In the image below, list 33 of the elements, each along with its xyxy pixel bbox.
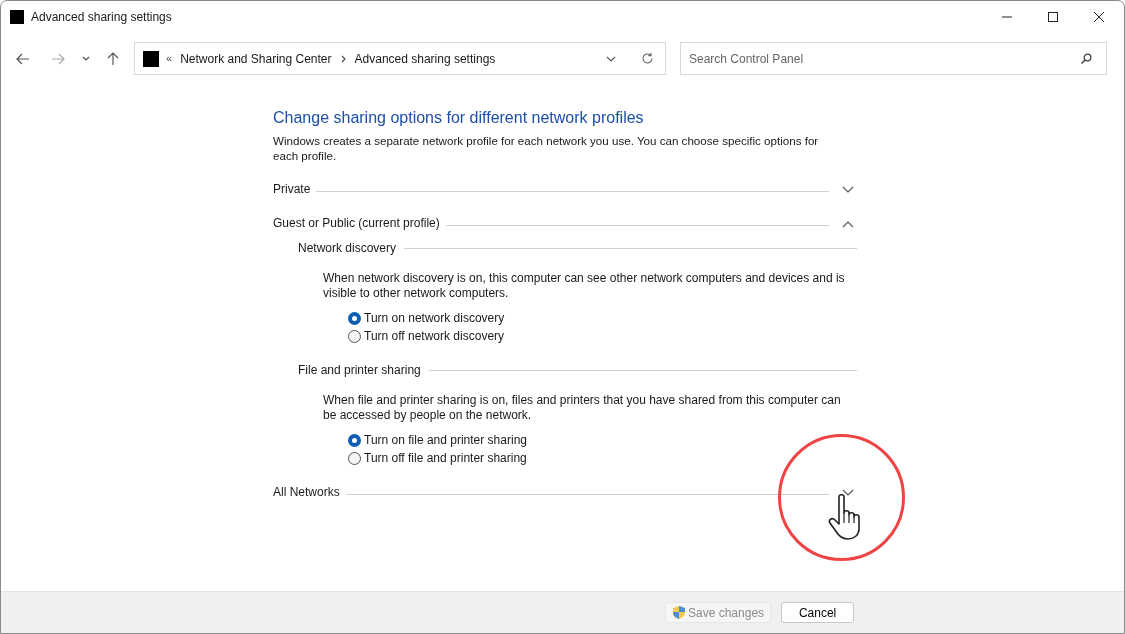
intro-text: Windows creates a separate network profile for each network you use. You can choose specific options for each profile. [273,133,820,163]
breadcrumb-item[interactable]: Network and Sharing Center [180,49,332,68]
close-icon [1094,12,1104,22]
profile-heading: Private [273,182,311,197]
search-icon [1080,52,1092,65]
section-description: When network discovery is on, this computer can see other network computers and devices and is visible to other network computers. [322,271,846,301]
address-bar[interactable]: « Network and Sharing Center Advanced sharing settings [134,42,666,75]
radio-option[interactable]: Turn off network discovery [348,329,505,344]
radio-button[interactable] [348,452,361,465]
section-heading: Network discovery [298,241,397,256]
refresh-icon[interactable] [641,52,654,65]
radio-option[interactable]: Turn on network discovery [348,311,505,326]
breadcrumb-item[interactable]: Advanced sharing settings [354,49,496,68]
section-description: When file and printer sharing is on, files and printers that you have shared from this computer can be accessed by people on the network. [322,393,842,423]
breadcrumb-separator-icon [340,54,346,63]
app-icon [10,10,24,24]
radio-button[interactable] [348,330,361,343]
radio-option[interactable]: Turn on file and printer sharing [348,433,527,448]
page-heading: Change sharing options for different network profiles [273,108,645,128]
radio-option[interactable]: Turn off file and printer sharing [348,451,527,466]
radio-button[interactable] [348,312,361,325]
dropdown-icon[interactable] [606,55,616,62]
radio-button[interactable] [348,434,361,447]
profile-heading: Guest or Public (current profile) [273,216,440,231]
maximize-icon [1048,12,1058,22]
location-icon [143,50,159,67]
profile-heading: All Networks [273,485,340,500]
shield-icon [672,605,686,620]
cancel-button[interactable]: Cancel [781,602,855,623]
window-title: Advanced sharing settings [31,9,172,26]
breadcrumb-overflow[interactable]: « [166,50,173,67]
up-button[interactable] [106,50,120,67]
section-heading: File and printer sharing [298,363,421,378]
